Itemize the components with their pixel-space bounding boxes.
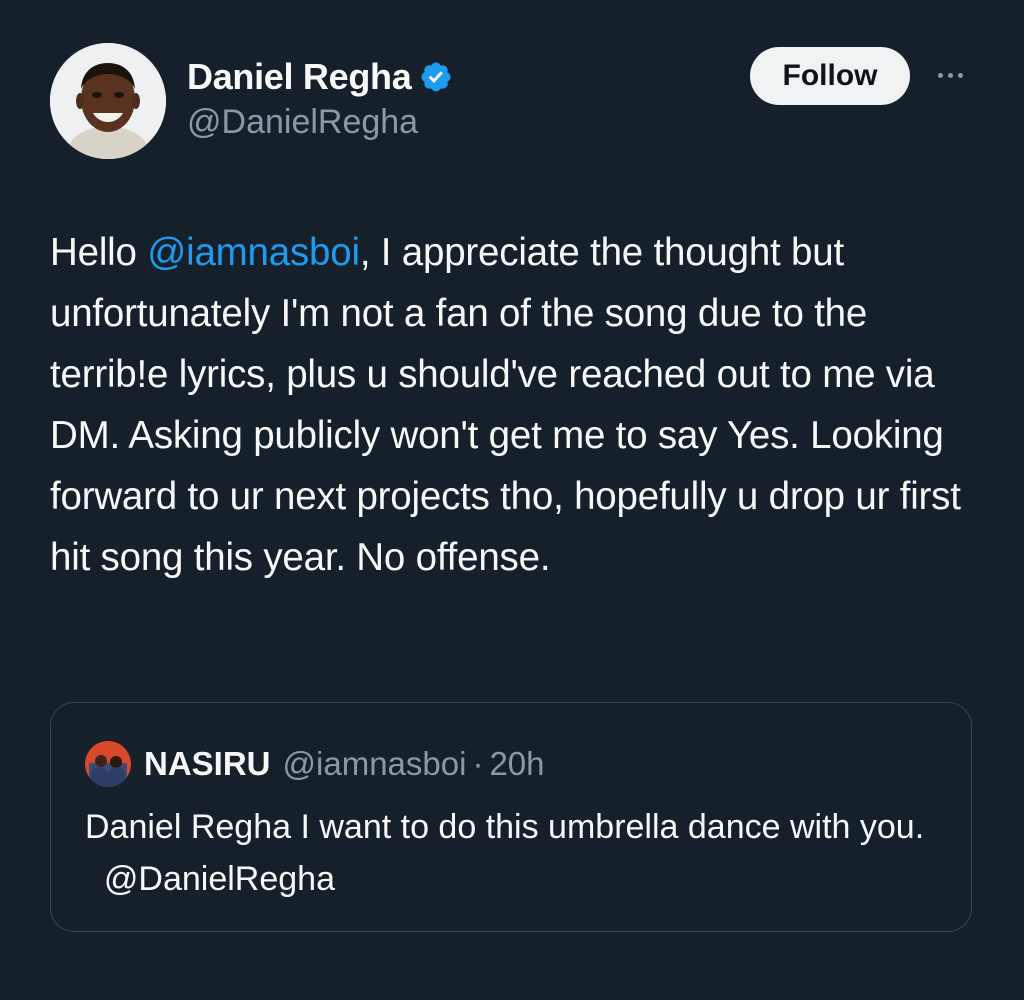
more-dot — [957, 72, 963, 78]
quoted-tweet-text: Daniel Regha I want to do this umbrella … — [85, 801, 945, 905]
author-handle[interactable]: @DanielRegha — [187, 103, 453, 142]
author-display-name[interactable]: Daniel Regha — [187, 56, 412, 98]
quoted-avatar — [85, 741, 131, 787]
more-options-icon[interactable] — [930, 63, 970, 87]
avatar-image — [50, 43, 166, 159]
tweet-text-part: Hello — [50, 231, 148, 274]
quoted-mention: @DanielRegha — [103, 860, 335, 898]
quoted-avatar-image — [85, 741, 131, 787]
mention-link[interactable]: @iamnasboi — [147, 231, 360, 274]
follow-button[interactable]: Follow — [750, 47, 910, 105]
quoted-text-part: Daniel Regha I want to do this umbrella … — [85, 808, 925, 846]
quoted-tweet[interactable]: NASIRU @iamnasboi · 20h Daniel Regha I w… — [50, 702, 972, 932]
tweet-text-part: , I appreciate the thought but unfortuna… — [50, 231, 961, 579]
quoted-handle[interactable]: @iamnasboi — [283, 745, 467, 783]
tweet-text: Hello @iamnasboi, I appreciate the thoug… — [50, 222, 980, 588]
tweet-header: Daniel Regha @DanielRegha Follow — [50, 43, 974, 163]
separator-dot: · — [472, 745, 484, 782]
avatar[interactable] — [50, 43, 166, 159]
quoted-timestamp[interactable]: 20h — [489, 745, 544, 783]
quoted-display-name[interactable]: NASIRU — [144, 745, 271, 783]
author-name-row: Daniel Regha — [187, 55, 453, 99]
verified-badge-icon — [419, 60, 453, 94]
author-info: Daniel Regha @DanielRegha — [187, 55, 453, 142]
quoted-tweet-header: NASIRU @iamnasboi · 20h — [85, 739, 545, 789]
more-dot — [937, 72, 943, 78]
more-dot — [947, 72, 953, 78]
quoted-text-gap — [85, 860, 104, 898]
